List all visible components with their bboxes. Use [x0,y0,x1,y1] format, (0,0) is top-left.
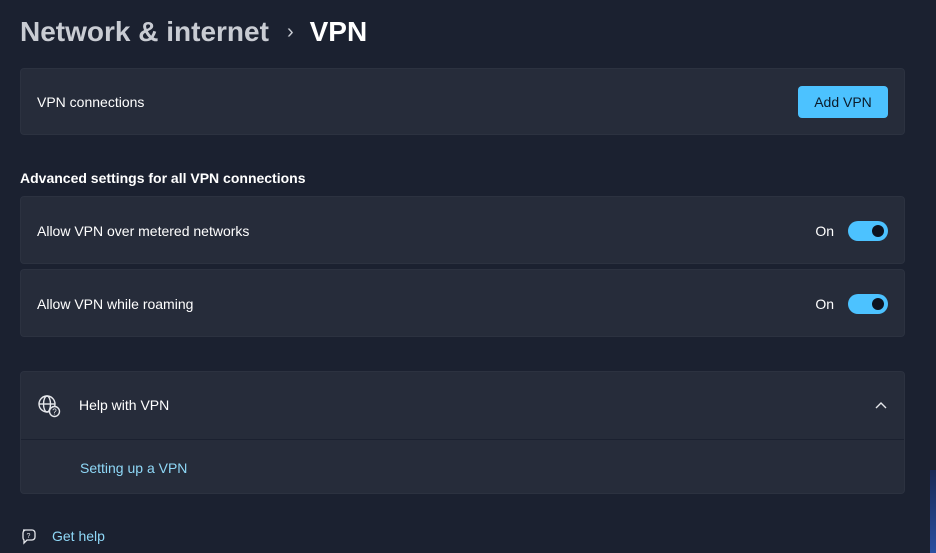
svg-text:?: ? [52,408,57,417]
window-edge-decoration [930,470,936,553]
breadcrumb-separator: › [286,20,294,43]
metered-toggle-state: On [815,223,834,239]
breadcrumb: Network & internet › VPN [20,12,367,52]
breadcrumb-parent-link[interactable]: Network & internet [20,16,269,48]
chat-help-icon: ? [22,529,36,545]
roaming-toggle-state: On [815,296,834,312]
help-with-vpn-title: Help with VPN [79,397,170,413]
roaming-setting: Allow VPN while roaming On [20,269,905,337]
roaming-label: Allow VPN while roaming [37,296,194,312]
vpn-connections-card: VPN connections Add VPN [20,68,905,135]
get-help-link[interactable]: ? Get help [20,527,105,545]
metered-networks-toggle[interactable] [848,221,888,241]
help-with-vpn-header[interactable]: ? Help with VPN [21,372,904,440]
add-vpn-button[interactable]: Add VPN [798,86,888,118]
toggle-knob [872,225,884,237]
roaming-toggle[interactable] [848,294,888,314]
setting-up-vpn-link[interactable]: Setting up a VPN [80,460,187,476]
svg-text:?: ? [27,533,31,540]
toggle-knob [872,298,884,310]
help-with-vpn-card: ? Help with VPN Setting up a VPN [20,371,905,494]
page-title: VPN [309,16,368,47]
metered-networks-setting: Allow VPN over metered networks On [20,196,905,264]
settings-page: Network & internet › VPN VPN connections… [0,0,936,553]
advanced-settings-heading: Advanced settings for all VPN connection… [20,170,306,186]
vpn-connections-label: VPN connections [37,94,145,110]
metered-networks-label: Allow VPN over metered networks [37,223,250,239]
chevron-up-icon[interactable] [874,398,888,412]
get-help-label: Get help [52,528,105,544]
globe-help-icon: ? [38,395,61,418]
